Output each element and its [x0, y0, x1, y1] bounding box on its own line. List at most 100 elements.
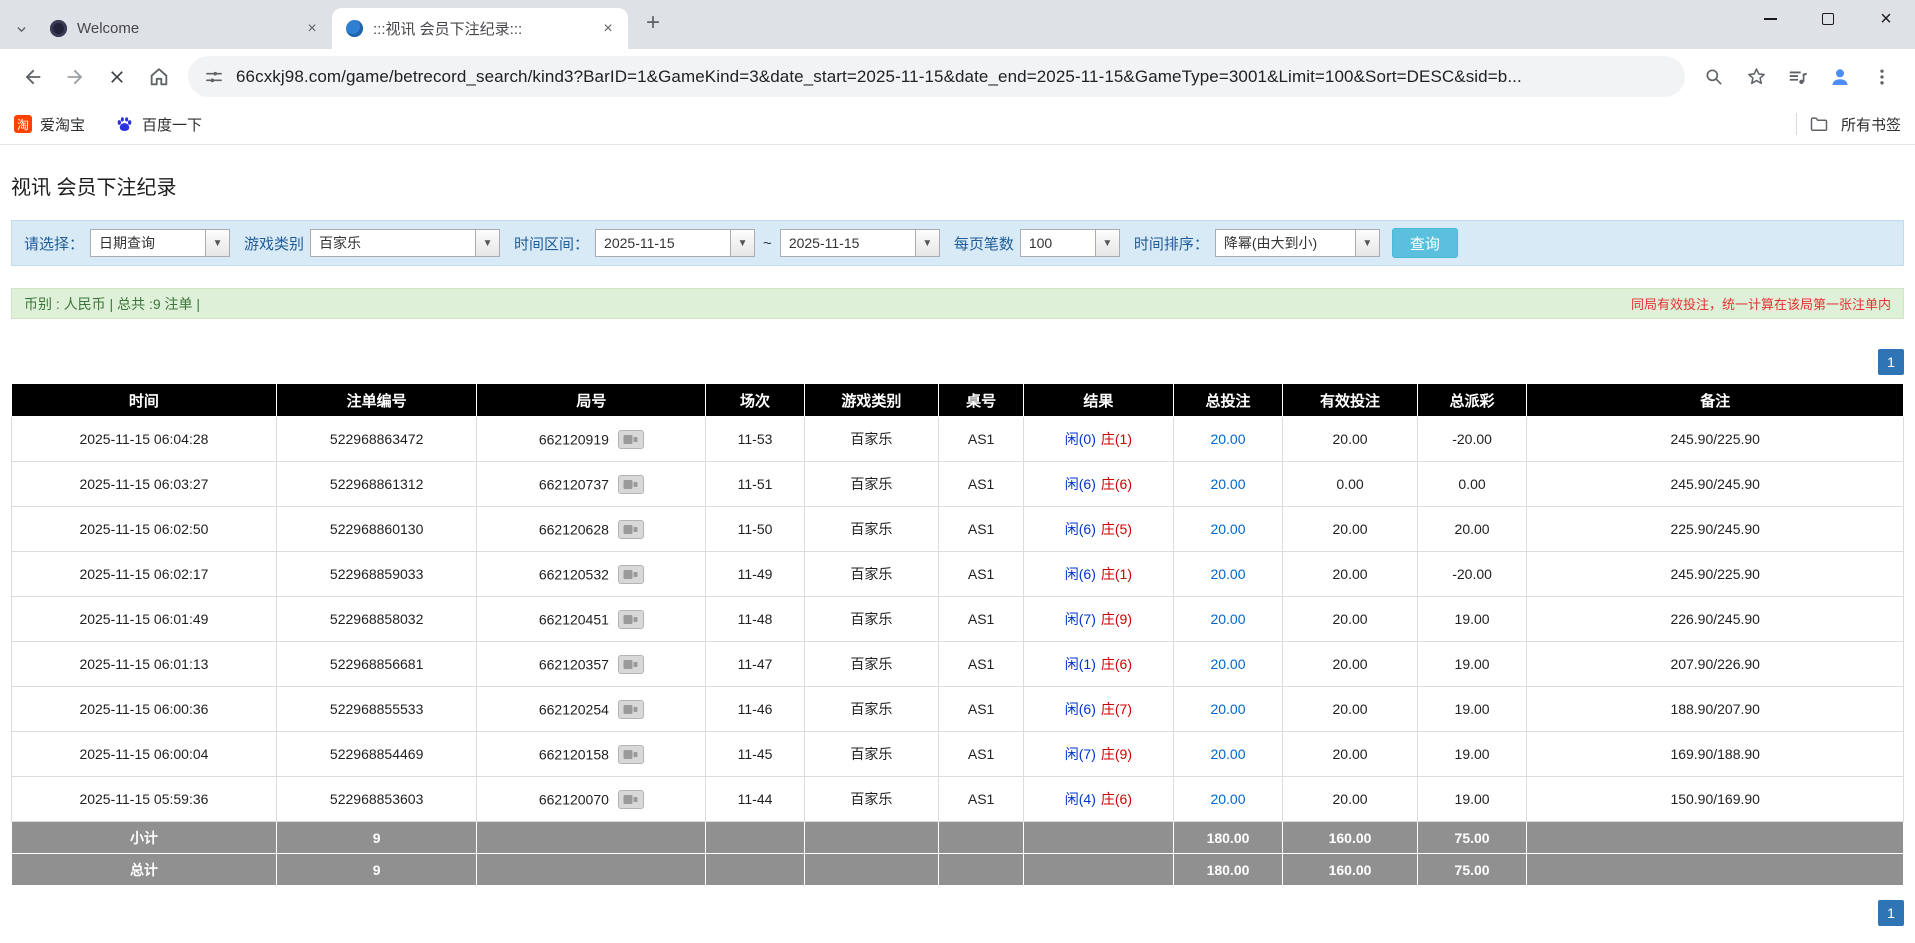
game-kind-dropdown[interactable]: 百家乐 ▼ [310, 229, 500, 257]
game-kind-label: 游戏类别 [244, 233, 304, 254]
column-header-5: 桌号 [939, 384, 1024, 417]
time-sort-dropdown[interactable]: 降幂(由大到小) ▼ [1215, 229, 1380, 257]
round-replay-icon[interactable] [618, 475, 644, 494]
cell-payout: 0.00 [1417, 462, 1527, 507]
home-icon[interactable] [138, 56, 180, 98]
pagination-bottom: 1 [11, 900, 1904, 926]
round-replay-icon[interactable] [618, 700, 644, 719]
subtotal-row-cell-1: 9 [276, 822, 477, 854]
total-bet-link[interactable]: 20.00 [1210, 701, 1245, 717]
maximize-button[interactable] [1799, 0, 1857, 38]
bet-records-table: 时间注单编号局号场次游戏类别桌号结果总投注有效投注总派彩备注 2025-11-1… [11, 383, 1904, 886]
round-replay-icon[interactable] [618, 655, 644, 674]
site-info-icon[interactable] [204, 67, 224, 87]
total-bet-link[interactable]: 20.00 [1210, 566, 1245, 582]
chevron-down-icon[interactable]: ▼ [730, 230, 754, 256]
tab-close-icon[interactable]: × [598, 19, 618, 39]
close-window-button[interactable]: × [1857, 0, 1915, 38]
result-banker: 庄(1) [1101, 431, 1132, 447]
cell-time: 2025-11-15 06:01:49 [12, 597, 277, 642]
cell-payout: -20.00 [1417, 552, 1527, 597]
stop-loading-icon[interactable] [96, 56, 138, 98]
bookmark-baidu[interactable]: 百度一下 [115, 114, 202, 135]
new-tab-button[interactable]: + [636, 6, 670, 40]
grand-total-row-cell-0: 总计 [12, 854, 277, 886]
cell-remark: 245.90/245.90 [1527, 462, 1904, 507]
total-bet-link[interactable]: 20.00 [1210, 476, 1245, 492]
time-sort-label: 时间排序： [1134, 233, 1209, 254]
chevron-down-icon[interactable]: ▼ [205, 230, 229, 256]
cell-round: 662120357 [477, 642, 706, 687]
column-header-4: 游戏类别 [804, 384, 938, 417]
round-number: 662120357 [539, 656, 609, 672]
chevron-down-icon[interactable]: ▼ [1355, 230, 1379, 256]
cell-result: 闲(1)庄(6) [1024, 642, 1173, 687]
back-icon[interactable] [12, 56, 54, 98]
tab-bet-record[interactable]: :::视讯 会员下注纪录::: × [332, 8, 628, 49]
cell-table-no: AS1 [939, 462, 1024, 507]
total-bet-link[interactable]: 20.00 [1210, 791, 1245, 807]
cell-session: 11-51 [706, 462, 804, 507]
pagination-page-button[interactable]: 1 [1878, 900, 1904, 926]
cell-time: 2025-11-15 06:01:13 [12, 642, 277, 687]
chevron-down-icon[interactable]: ▼ [915, 230, 939, 256]
total-bet-link[interactable]: 20.00 [1210, 656, 1245, 672]
tab-search-chevron-icon[interactable] [6, 9, 36, 49]
cell-table-no: AS1 [939, 777, 1024, 822]
tab-close-icon[interactable]: × [302, 19, 322, 39]
grand-total-row-cell-3 [706, 854, 804, 886]
date-start-dropdown[interactable]: 2025-11-15 ▼ [595, 229, 755, 257]
url-text[interactable]: 66cxkj98.com/game/betrecord_search/kind3… [236, 67, 1522, 87]
bookmark-aitaobao[interactable]: 淘 爱淘宝 [14, 114, 85, 135]
cell-game-kind: 百家乐 [804, 552, 938, 597]
menu-dots-icon[interactable] [1861, 56, 1903, 98]
cell-session: 11-47 [706, 642, 804, 687]
media-controls-icon[interactable] [1777, 56, 1819, 98]
round-replay-icon[interactable] [618, 565, 644, 584]
cell-table-no: AS1 [939, 597, 1024, 642]
total-bet-link[interactable]: 20.00 [1210, 611, 1245, 627]
minimize-button[interactable] [1741, 0, 1799, 38]
round-replay-icon[interactable] [618, 745, 644, 764]
cell-remark: 150.90/169.90 [1527, 777, 1904, 822]
all-bookmarks[interactable]: 所有书签 [1796, 113, 1901, 135]
cell-bet-id: 522968861312 [276, 462, 477, 507]
forward-icon[interactable] [54, 56, 96, 98]
column-header-6: 结果 [1024, 384, 1173, 417]
pagination-top: 1 [11, 349, 1904, 375]
round-replay-icon[interactable] [618, 790, 644, 809]
bookmark-star-icon[interactable] [1735, 56, 1777, 98]
tab-welcome[interactable]: Welcome × [36, 8, 332, 49]
round-number: 662120628 [539, 521, 609, 537]
per-page-dropdown[interactable]: 100 ▼ [1020, 229, 1120, 257]
cell-time: 2025-11-15 06:03:27 [12, 462, 277, 507]
result-player: 闲(7) [1065, 746, 1096, 762]
round-replay-icon[interactable] [618, 430, 644, 449]
cell-game-kind: 百家乐 [804, 507, 938, 552]
cell-session: 11-53 [706, 417, 804, 462]
date-start-value: 2025-11-15 [596, 230, 730, 256]
address-bar[interactable]: 66cxkj98.com/game/betrecord_search/kind3… [188, 56, 1685, 97]
total-bet-link[interactable]: 20.00 [1210, 521, 1245, 537]
zoom-icon[interactable] [1693, 56, 1735, 98]
round-replay-icon[interactable] [618, 520, 644, 539]
grand-total-row: 总计9180.00160.0075.00 [12, 854, 1904, 886]
query-button[interactable]: 查询 [1392, 228, 1458, 258]
grand-total-row-cell-9: 75.00 [1417, 854, 1527, 886]
column-header-3: 场次 [706, 384, 804, 417]
round-replay-icon[interactable] [618, 610, 644, 629]
pagination-page-button[interactable]: 1 [1878, 349, 1904, 375]
profile-avatar[interactable] [1819, 56, 1861, 98]
total-bet-link[interactable]: 20.00 [1210, 431, 1245, 447]
taobao-icon: 淘 [14, 115, 32, 133]
cell-total-bet: 20.00 [1173, 687, 1283, 732]
column-header-0: 时间 [12, 384, 277, 417]
cell-time: 2025-11-15 06:02:17 [12, 552, 277, 597]
cell-valid-bet: 20.00 [1283, 597, 1417, 642]
chevron-down-icon[interactable]: ▼ [1095, 230, 1119, 256]
total-bet-link[interactable]: 20.00 [1210, 746, 1245, 762]
date-end-dropdown[interactable]: 2025-11-15 ▼ [780, 229, 940, 257]
baidu-paw-icon [115, 115, 134, 134]
select-type-dropdown[interactable]: 日期查询 ▼ [90, 229, 230, 257]
chevron-down-icon[interactable]: ▼ [475, 230, 499, 256]
